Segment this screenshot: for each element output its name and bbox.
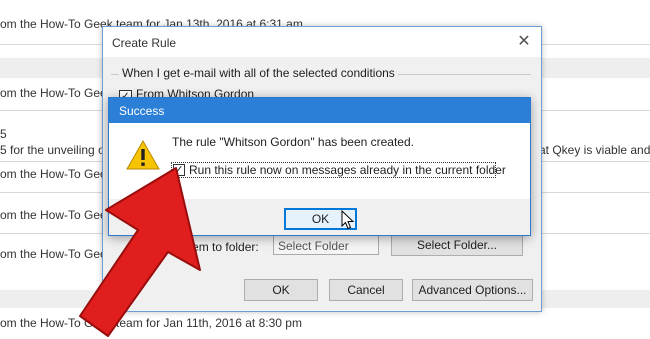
dialog-title: Success [119, 104, 165, 118]
select-folder-label: Select Folder... [416, 238, 498, 252]
cancel-button[interactable]: Cancel [329, 279, 403, 301]
success-message: The rule "Whitson Gordon" has been creat… [172, 135, 414, 149]
dialog-titlebar[interactable]: Create Rule ✕ [103, 27, 541, 57]
dialog-title: Create Rule [112, 36, 177, 50]
mail-item-preview-right: at Qkey is viable and [539, 143, 650, 157]
ok-button[interactable]: OK [244, 279, 318, 301]
conditions-group-label: When I get e-mail with all of the select… [119, 66, 398, 80]
run-rule-checkbox[interactable]: ✓ Run this rule now on messages already … [171, 162, 506, 178]
close-icon[interactable]: ✕ [513, 31, 535, 53]
checkbox-label: Run this rule now on messages already in… [189, 163, 506, 177]
mouse-cursor-icon [341, 210, 355, 230]
advanced-options-button[interactable]: Advanced Options... [412, 279, 533, 301]
dialog-titlebar[interactable]: Success [109, 98, 530, 123]
select-folder-button[interactable]: Select Folder... [391, 234, 523, 256]
folder-field[interactable]: Select Folder [273, 235, 379, 255]
red-arrow-icon [79, 167, 201, 337]
